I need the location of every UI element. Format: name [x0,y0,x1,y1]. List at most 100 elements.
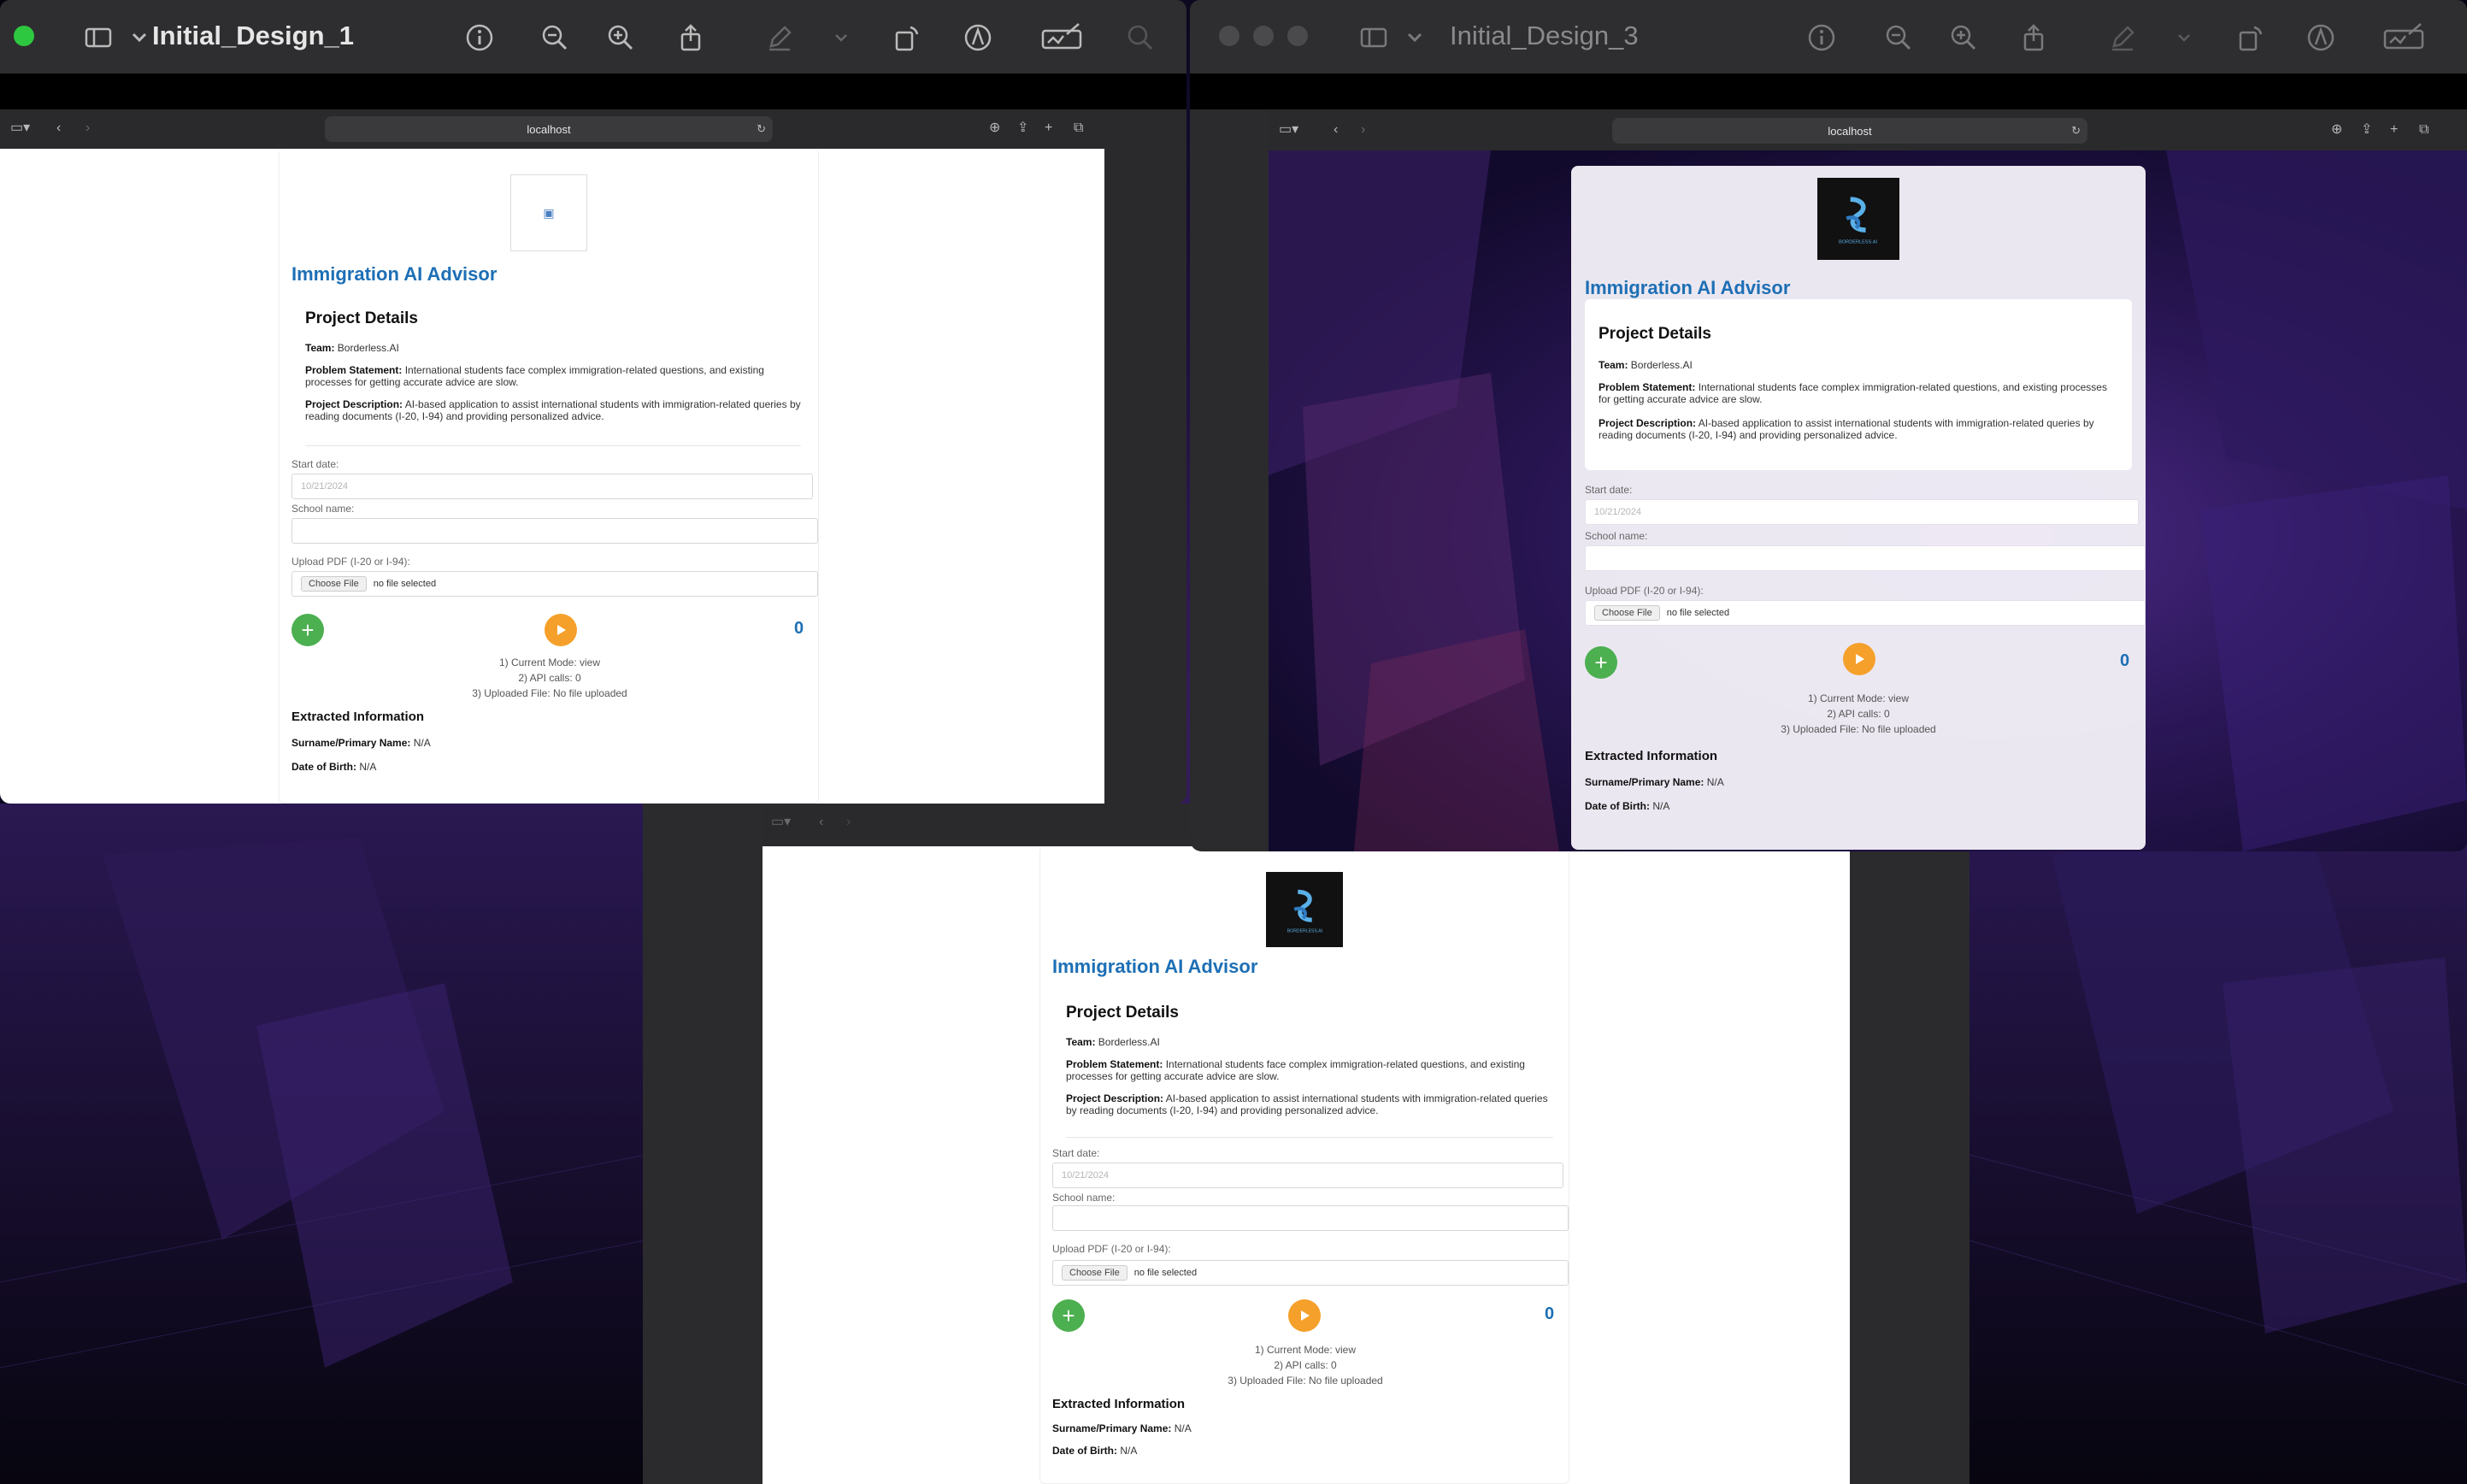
tabs-icon[interactable]: ⧉ [1074,120,1083,137]
team-value: Borderless.AI [1098,1036,1160,1048]
markup-icon[interactable] [763,21,796,54]
sidebar-icon[interactable]: ▭▾ [1279,121,1298,138]
start-date-label: Start date: [1585,484,1633,496]
start-date-label: Start date: [1052,1147,1100,1159]
chevron-down-icon[interactable] [825,21,857,54]
pen-icon[interactable] [2305,21,2337,54]
play-button[interactable] [1843,643,1875,675]
file-upload-input[interactable]: Choose File no file selected [291,571,818,597]
add-button[interactable]: + [1585,646,1617,679]
search-icon[interactable] [1124,21,1157,54]
status-api: 2) API calls: 0 [1274,1359,1337,1371]
chevron-down-icon[interactable] [123,21,156,54]
zoom-out-icon[interactable] [1882,21,1915,54]
project-details-heading: Project Details [1066,1004,1179,1022]
download-icon[interactable]: ⊕ [2331,121,2342,138]
pen-icon[interactable] [962,21,994,54]
status-mode: 1) Current Mode: view [1807,692,1910,704]
back-icon[interactable]: ‹ [56,120,61,137]
address-text: localhost [1828,124,1872,138]
sidebar-icon[interactable] [1357,21,1390,54]
signature-icon[interactable] [2383,21,2424,54]
preview-window-design-3: Initial_Design_3 ▭▾ ‹ › localhost ↻ ⊕ ⇪ +… [1190,0,2467,851]
zoom-in-icon[interactable] [1947,21,1980,54]
signature-icon[interactable] [1041,21,1082,54]
app-card: BORDERLESS.AI Immigration AI Advisor Pro… [1039,846,1569,1484]
play-button[interactable] [1288,1299,1321,1332]
status-file: 3) Uploaded File: No file uploaded [1781,723,1936,735]
file-upload-input[interactable]: Choose File no file selected [1052,1260,1569,1286]
sidebar-icon[interactable]: ▭▾ [10,120,30,137]
zoom-out-icon[interactable] [539,21,571,54]
status-mode: 1) Current Mode: view [498,657,601,668]
sidebar-icon[interactable] [82,21,115,54]
status-block: 1) Current Mode: view 2) API calls: 0 3)… [1040,1342,1570,1388]
preview-window-design-1: Initial_Design_1 ▭▾ ‹ › localhost ↻ ⊕ ⇪ +… [0,0,1186,804]
share-icon[interactable]: ⇪ [2361,121,2372,138]
school-name-input[interactable] [1052,1205,1569,1231]
reload-icon[interactable]: ↻ [757,122,766,136]
play-button[interactable] [545,614,577,646]
sidebar-icon[interactable]: ▭▾ [771,814,791,831]
status-api: 2) API calls: 0 [518,672,581,684]
markup-icon[interactable] [2106,21,2139,54]
window-zoom-button[interactable] [1287,26,1308,46]
add-button[interactable]: + [1052,1299,1085,1332]
chevron-down-icon[interactable] [2168,21,2200,54]
extracted-heading: Extracted Information [1585,749,1718,763]
web-viewport: ▣ Immigration AI Advisor Project Details… [0,149,1104,804]
extracted-heading: Extracted Information [291,710,425,724]
chevron-down-icon[interactable] [1398,21,1431,54]
extracted-heading: Extracted Information [1052,1397,1186,1411]
borderless-logo: BORDERLESS.AI [1817,178,1899,260]
share-icon[interactable] [674,21,707,54]
start-date-input[interactable]: 10/21/2024 [1585,499,2139,525]
address-bar[interactable]: localhost ↻ [1612,118,2087,144]
dob-line: Date of Birth: N/A [1585,800,1669,812]
reload-icon[interactable]: ↻ [2071,124,2081,138]
counter: 0 [794,619,804,638]
zoom-in-icon[interactable] [604,21,637,54]
plus-icon[interactable]: + [2390,121,2398,138]
window-zoom-button[interactable] [14,26,34,46]
tabs-icon[interactable]: ⧉ [2419,121,2429,138]
start-date-input[interactable]: 10/21/2024 [1052,1163,1563,1188]
counter: 0 [2120,651,2130,670]
file-upload-input[interactable]: Choose File no file selected [1585,600,2146,626]
window-close-button[interactable] [1219,26,1239,46]
file-status: no file selected [373,579,437,589]
play-icon [557,625,566,635]
document-title: Initial_Design_3 [1450,21,1639,50]
add-button[interactable]: + [291,614,324,646]
app-title: Immigration AI Advisor [1585,277,1791,298]
rotate-icon[interactable] [891,21,923,54]
address-bar[interactable]: localhost ↻ [325,116,773,142]
choose-file-button[interactable]: Choose File [301,576,367,592]
school-name-input[interactable] [291,518,818,544]
start-date-input[interactable]: 10/21/2024 [291,474,813,499]
problem-line: Problem Statement: International student… [305,364,801,388]
forward-icon[interactable]: › [1361,121,1365,138]
rotate-icon[interactable] [2234,21,2267,54]
browser-toolbar: ▭▾ ‹ › localhost ↻ ⊕ ⇪ + ⧉ [0,109,1104,149]
choose-file-button[interactable]: Choose File [1594,605,1660,621]
svg-text:BORDERLESS.AI: BORDERLESS.AI [1286,929,1322,934]
plus-icon[interactable]: + [1045,120,1052,137]
forward-icon[interactable]: › [846,814,851,831]
description-line: Project Description: AI-based applicatio… [1066,1092,1553,1116]
window-minimize-button[interactable] [1253,26,1274,46]
back-icon[interactable]: ‹ [1334,121,1338,138]
forward-icon[interactable]: › [85,120,90,137]
surname-value: N/A [1174,1422,1192,1434]
back-icon[interactable]: ‹ [819,814,823,831]
school-name-input[interactable] [1585,545,2146,571]
status-api: 2) API calls: 0 [1827,708,1890,720]
share-icon[interactable]: ⇪ [1017,120,1028,137]
share-icon[interactable] [2017,21,2050,54]
download-icon[interactable]: ⊕ [989,120,1000,137]
choose-file-button[interactable]: Choose File [1062,1265,1128,1281]
file-status: no file selected [1133,1268,1198,1278]
page-gap [0,74,1186,109]
info-icon[interactable] [1805,21,1838,54]
info-icon[interactable] [463,21,496,54]
